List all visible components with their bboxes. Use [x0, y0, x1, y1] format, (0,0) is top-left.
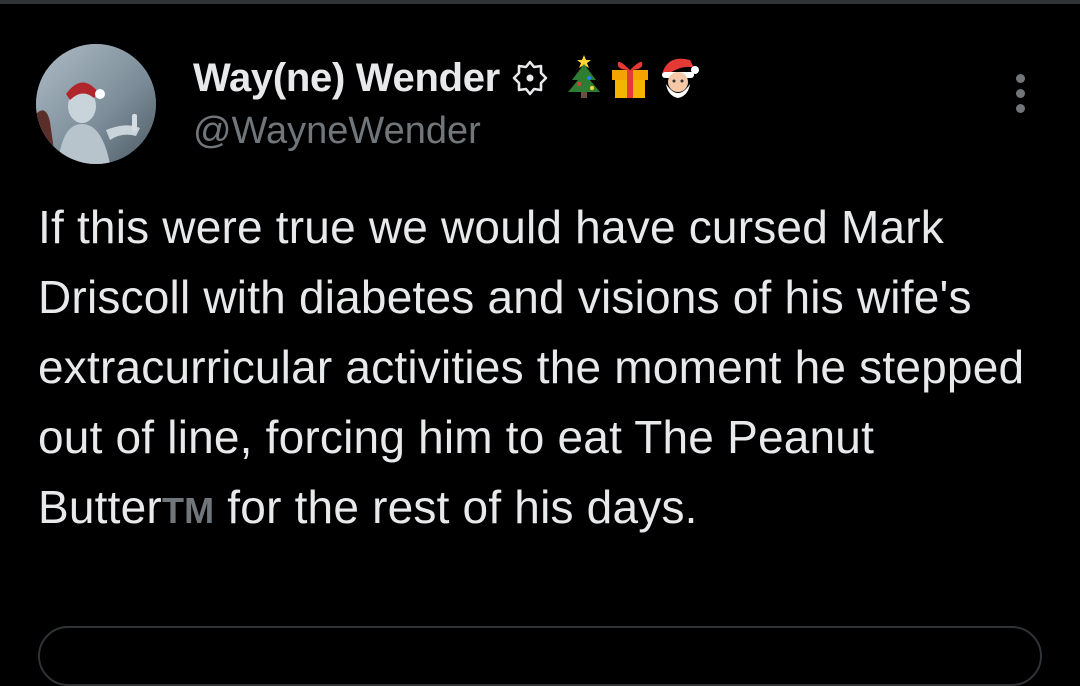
tweet-text: If this were true we would have cursed M… [38, 192, 1048, 546]
more-vertical-icon-dot [1016, 74, 1025, 83]
gear-badge-icon [512, 60, 548, 96]
author-name-row: Way(ne) Wender [193, 54, 702, 102]
santa-icon [654, 52, 702, 104]
more-vertical-icon-dot [1016, 104, 1025, 113]
tweet-text-end: for the rest of his days. [214, 481, 698, 533]
avatar[interactable] [36, 44, 156, 164]
tweet: Way(ne) Wender @WayneWender If this were… [0, 4, 1080, 686]
christmas-tree-icon [562, 52, 606, 104]
author-handle[interactable]: @WayneWender [193, 110, 481, 153]
trademark-mark: TM [161, 490, 215, 531]
gift-icon [606, 52, 654, 104]
avatar-image [36, 44, 156, 164]
more-options-button[interactable] [1002, 70, 1038, 118]
quoted-tweet-card[interactable] [38, 626, 1042, 686]
author-display-name[interactable]: Way(ne) Wender [193, 56, 500, 101]
more-vertical-icon-dot [1016, 89, 1025, 98]
